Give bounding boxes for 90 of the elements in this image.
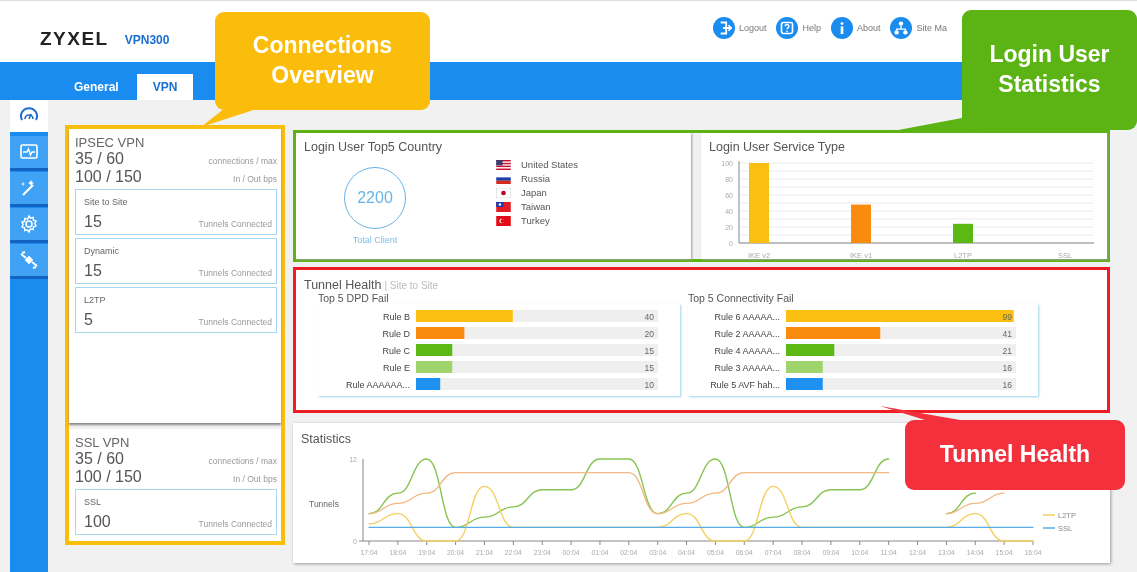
bar (416, 327, 465, 339)
settings-icon (18, 213, 40, 235)
country-name: United States (521, 159, 579, 170)
flag-icon (496, 201, 511, 212)
value-label: 21 (1002, 345, 1012, 356)
value-label: 15 (644, 345, 654, 356)
category-label: Rule 4 AAAAA... (714, 345, 780, 356)
metric-label: Tunnels Connected (198, 219, 272, 229)
callout: Connections Overview (215, 12, 430, 110)
axis-title: Tunnels (309, 499, 339, 509)
sidebar-item[interactable] (10, 172, 48, 204)
bar (786, 361, 823, 373)
category-label: Rule C (382, 345, 410, 356)
tunnel-count: 100 (84, 513, 111, 531)
header-link[interactable]: Site Ma (890, 16, 947, 39)
tunnel-count: 5 (84, 311, 93, 329)
chart-title: Top 5 Connectivity Fail (688, 292, 795, 304)
throughput-value: 100 / 150 (75, 168, 142, 186)
category-label: Rule D (382, 328, 410, 339)
card-title: SSL VPN (75, 435, 131, 450)
category-label: Rule B (383, 311, 410, 322)
metric-label: Tunnels Connected (198, 519, 272, 529)
category-label: Rule 6 AAAAA... (714, 311, 780, 322)
sidebar-item[interactable] (10, 136, 48, 168)
bar (416, 361, 453, 373)
category-label: Rule 5 AVF hah... (710, 379, 780, 390)
tunnel-count: 15 (84, 262, 102, 280)
header-link[interactable]: Logout (712, 16, 767, 39)
header-link[interactable]: About (830, 16, 881, 39)
info-icon (830, 16, 853, 39)
flag-icon (496, 159, 511, 170)
value-label: 20 (644, 328, 654, 339)
bar (786, 378, 823, 390)
value-label: 41 (1002, 328, 1012, 339)
value-label: 40 (644, 311, 654, 322)
connection-count: 35 / 60 (75, 150, 124, 168)
country-name: Japan (521, 187, 547, 198)
metric-label: In / Out bps (233, 474, 277, 484)
card-title: Statistics (301, 432, 351, 446)
metric-label: In / Out bps (233, 174, 277, 184)
card-title: IPSEC VPN (75, 135, 146, 150)
throughput-value: 100 / 150 (75, 468, 142, 486)
bar (416, 378, 441, 390)
tunnel-type: Site to Site (84, 197, 129, 207)
section-subtitle: | Site to Site (384, 280, 439, 291)
sitemap-icon (890, 16, 913, 39)
bar (953, 223, 973, 243)
sidebar-item[interactable] (10, 244, 48, 276)
metric-label: Tunnels Connected (198, 268, 272, 278)
model-name: VPN300 (124, 32, 170, 47)
tab[interactable]: General (62, 74, 131, 100)
value-label: 10 (644, 379, 654, 390)
tunnel-type: L2TP (84, 295, 107, 305)
country-name: Russia (521, 173, 551, 184)
value-label: 16 (1002, 379, 1012, 390)
value-label: 99 (1002, 311, 1012, 322)
category-label: Rule 3 AAAAA... (714, 362, 780, 373)
tunnel-count: 15 (84, 213, 102, 231)
callout: Login User Statistics (962, 10, 1137, 130)
section-title: Tunnel Health (304, 278, 382, 292)
metric-label: Tunnels Connected (198, 317, 272, 327)
logout-icon (712, 16, 735, 39)
header-link[interactable]: Help (776, 16, 821, 39)
country-name: Taiwan (521, 201, 551, 212)
tab[interactable]: VPN (136, 74, 194, 100)
category-label: Rule AAAAAA... (345, 379, 410, 390)
tunnel-type: SSL (84, 497, 102, 507)
connection-count: 35 / 60 (75, 450, 124, 468)
sidebar-item[interactable] (10, 208, 48, 240)
metric-label: connections / max (208, 456, 277, 466)
metric-label: connections / max (208, 156, 277, 166)
tunnel-type: Dynamic (84, 246, 120, 256)
total-label: Total Client (352, 235, 398, 245)
bar (786, 344, 835, 356)
chart-title: Top 5 DPD Fail (318, 292, 390, 304)
card-title: Login User Service Type (709, 140, 845, 154)
value-label: 15 (644, 362, 654, 373)
logo: ZYXEL (40, 27, 109, 50)
bar (416, 344, 453, 356)
country-name: Turkey (521, 215, 550, 226)
card-title: Login User Top5 Country (304, 140, 443, 154)
flag-icon (496, 187, 511, 198)
satellite-icon (18, 249, 40, 271)
sidebar-item[interactable] (10, 100, 48, 132)
bar (851, 204, 871, 243)
help-icon (776, 16, 799, 39)
category-label: Rule E (383, 362, 410, 373)
category-label: Rule 2 AAAAA... (714, 328, 780, 339)
value-label: 16 (1002, 362, 1012, 373)
flag-icon (496, 215, 511, 226)
